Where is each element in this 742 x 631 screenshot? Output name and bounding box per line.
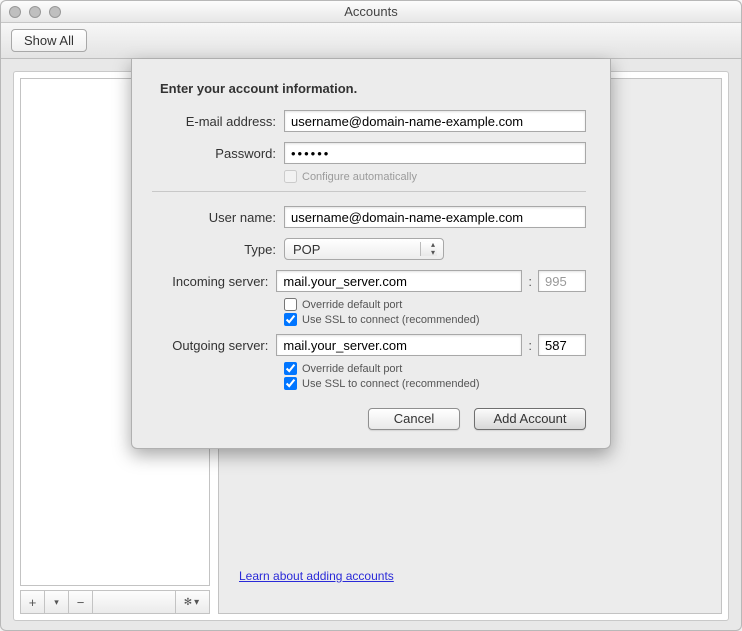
preferences-window: Accounts Show All Learn about adding acc… (0, 0, 742, 631)
password-label: Password: (152, 146, 276, 161)
incoming-ssl-checkbox[interactable] (284, 313, 297, 326)
outgoing-label: Outgoing server: (152, 338, 268, 353)
close-icon[interactable] (9, 6, 21, 18)
account-list-footer (20, 590, 210, 614)
toolbar: Show All (1, 23, 741, 59)
type-value: POP (293, 242, 320, 257)
outgoing-server-field[interactable] (276, 334, 522, 356)
type-select[interactable]: POP ▴▾ (284, 238, 444, 260)
zoom-icon[interactable] (49, 6, 61, 18)
outgoing-ssl-checkbox[interactable] (284, 377, 297, 390)
add-account-button[interactable]: Add Account (474, 408, 586, 430)
incoming-ssl-label: Use SSL to connect (recommended) (302, 314, 480, 326)
outgoing-ssl-label: Use SSL to connect (recommended) (302, 378, 480, 390)
titlebar: Accounts (1, 1, 741, 23)
configure-auto-checkbox (284, 170, 297, 183)
email-label: E-mail address: (152, 114, 276, 129)
add-account-icon[interactable] (21, 591, 45, 613)
incoming-server-field[interactable] (276, 270, 522, 292)
learn-link[interactable]: Learn about adding accounts (239, 569, 394, 583)
configure-auto-label: Configure automatically (302, 171, 417, 183)
email-field[interactable] (284, 110, 586, 132)
incoming-override-label: Override default port (302, 299, 402, 311)
sheet-heading: Enter your account information. (160, 81, 586, 96)
username-label: User name: (152, 210, 276, 225)
cancel-button[interactable]: Cancel (368, 408, 460, 430)
password-field[interactable] (284, 142, 586, 164)
minimize-icon[interactable] (29, 6, 41, 18)
add-account-menu-icon[interactable] (45, 591, 69, 613)
incoming-port-field (538, 270, 586, 292)
show-all-button[interactable]: Show All (11, 29, 87, 52)
outgoing-override-label: Override default port (302, 363, 402, 375)
traffic-lights (9, 6, 61, 18)
type-label: Type: (152, 242, 276, 257)
port-separator: : (528, 274, 532, 289)
incoming-label: Incoming server: (152, 274, 268, 289)
gear-icon[interactable] (175, 591, 209, 613)
remove-account-icon[interactable] (69, 591, 93, 613)
port-separator-2: : (528, 338, 532, 353)
outgoing-override-checkbox[interactable] (284, 362, 297, 375)
incoming-override-checkbox[interactable] (284, 298, 297, 311)
outgoing-port-field[interactable] (538, 334, 586, 356)
username-field[interactable] (284, 206, 586, 228)
window-title: Accounts (9, 4, 733, 19)
add-account-sheet: Enter your account information. E-mail a… (131, 59, 611, 449)
separator (152, 191, 586, 192)
chevron-updown-icon: ▴▾ (431, 241, 435, 257)
